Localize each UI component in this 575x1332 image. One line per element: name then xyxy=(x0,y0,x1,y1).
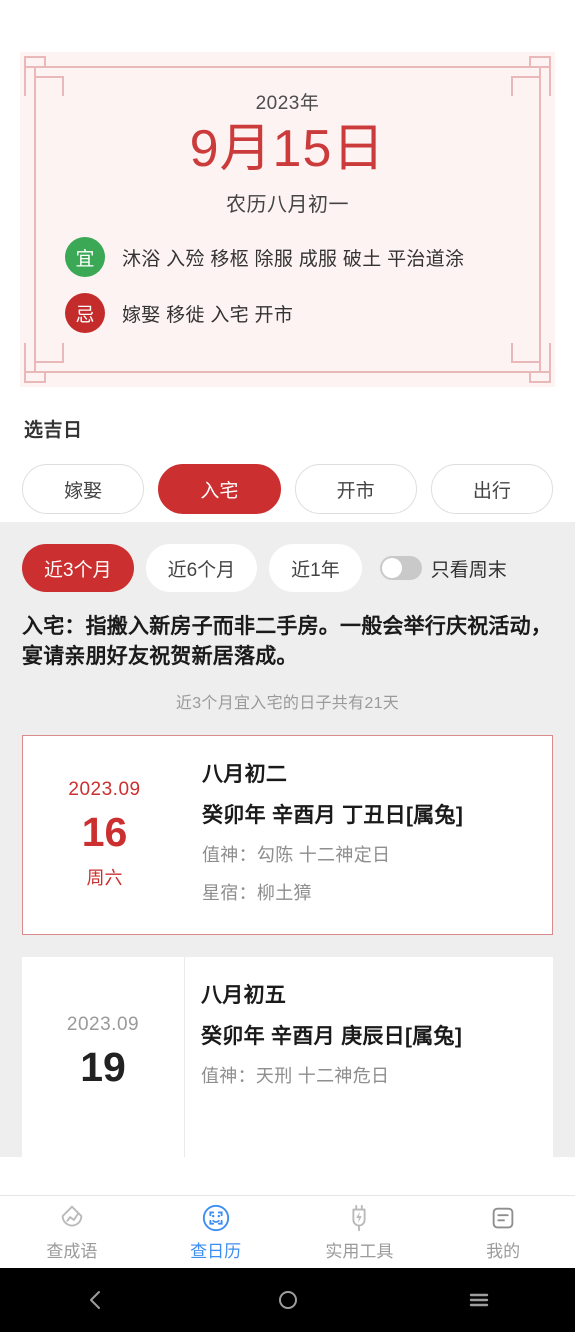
avoid-row: 忌 嫁娶 移徙 入宅 开市 xyxy=(65,293,555,334)
event-chip-marriage[interactable]: 嫁娶 xyxy=(22,464,145,514)
day-card[interactable]: 2023.09 16 周六 八月初二 癸卯年 辛酉月 丁丑日[属兔] 值神：勾陈… xyxy=(22,734,553,935)
ornament-corner-bottom-right-icon xyxy=(509,341,551,383)
almanac-year: 2023年 xyxy=(255,93,320,114)
event-chip-opening[interactable]: 开市 xyxy=(294,464,417,514)
suitable-row: 宜 沐浴 入殓 移柩 除服 成服 破土 平治道涂 xyxy=(65,237,555,278)
recents-button[interactable] xyxy=(383,1287,575,1313)
day-card-date-column: 2023.09 16 周六 xyxy=(23,736,186,934)
day-ganzhi: 癸卯年 辛酉月 丁丑日[属兔] xyxy=(202,803,464,827)
day-year-month: 2023.09 xyxy=(68,779,141,801)
range-chip-3-months[interactable]: 近3个月 xyxy=(22,544,134,592)
result-count-text: 近3个月宜入宅的日子共有21天 xyxy=(175,694,400,712)
day-zhishen: 值神：勾陈 十二神定日 xyxy=(202,844,391,865)
plug-tool-icon xyxy=(352,1204,366,1231)
day-zhishen: 值神：天刑 十二神危日 xyxy=(201,1065,390,1086)
range-chip-6-months[interactable]: 近6个月 xyxy=(145,544,258,592)
day-weekday: 周六 xyxy=(86,868,123,889)
tab-tools[interactable]: 实用工具 xyxy=(288,1203,432,1262)
system-navigation-bar xyxy=(0,1268,575,1332)
range-filter-row: 近3个月 近6个月 近1年 只看周末 xyxy=(0,544,575,592)
day-lunar-date: 八月初二 xyxy=(202,762,288,786)
results-section: 近3个月 近6个月 近1年 只看周末 入宅：指搬入新房子而非二手房。一般会举行庆… xyxy=(0,522,575,1157)
frame-border-top xyxy=(42,66,533,68)
frame-border-right xyxy=(539,74,541,365)
idiom-drop-icon xyxy=(61,1204,83,1226)
home-circle-icon xyxy=(278,1291,297,1309)
event-chip-moving[interactable]: 入宅 xyxy=(158,464,281,514)
calendar-scan-icon xyxy=(202,1204,229,1231)
weekend-only-toggle-wrap[interactable]: 只看周末 xyxy=(379,555,507,582)
ornament-corner-top-left-icon xyxy=(24,56,66,98)
recents-menu-icon xyxy=(469,1293,489,1307)
weekend-only-toggle[interactable] xyxy=(379,556,422,580)
event-chip-travel[interactable]: 出行 xyxy=(430,464,553,514)
tab-idiom[interactable]: 查成语 xyxy=(0,1203,144,1262)
bottom-tab-bar: 查成语 查日历 实用工具 我的 xyxy=(0,1195,575,1268)
day-card-detail-column: 八月初五 癸卯年 辛酉月 庚辰日[属兔] 值神：天刑 十二神危日 xyxy=(185,957,553,1157)
day-card[interactable]: 2023.09 19 八月初五 癸卯年 辛酉月 庚辰日[属兔] 值神：天刑 十二… xyxy=(22,956,553,1157)
avoid-items: 嫁娶 移徙 入宅 开市 xyxy=(122,304,294,326)
event-type-chip-row: 嫁娶 入宅 开市 出行 xyxy=(0,442,575,514)
suitable-items: 沐浴 入殓 移柩 除服 成服 破土 平治道涂 xyxy=(122,248,465,270)
tab-profile[interactable]: 我的 xyxy=(431,1203,575,1262)
back-button[interactable] xyxy=(0,1287,192,1313)
ornament-corner-top-right-icon xyxy=(509,56,551,98)
avoid-badge: 忌 xyxy=(65,293,105,334)
ornament-corner-bottom-left-icon xyxy=(24,341,66,383)
almanac-lunar-date: 农历八月初一 xyxy=(226,194,349,217)
day-card-date-column: 2023.09 19 xyxy=(22,956,185,1157)
profile-card-icon xyxy=(492,1207,514,1228)
range-chip-1-year[interactable]: 近1年 xyxy=(269,544,362,592)
tab-calendar-label: 查日历 xyxy=(190,1241,242,1261)
suitable-badge: 宜 xyxy=(65,237,105,278)
picker-title: 选吉日 xyxy=(24,420,83,441)
frame-border-left xyxy=(34,74,36,365)
day-number: 16 xyxy=(81,809,128,856)
tab-profile-label: 我的 xyxy=(486,1241,521,1261)
day-card-detail-column: 八月初二 癸卯年 辛酉月 丁丑日[属兔] 值神：勾陈 十二神定日 星宿：柳土獐 xyxy=(186,736,552,934)
day-number: 19 xyxy=(80,1044,126,1091)
back-chevron-icon xyxy=(89,1291,100,1309)
home-button[interactable] xyxy=(192,1287,384,1313)
day-year-month: 2023.09 xyxy=(66,1014,140,1036)
almanac-date: 9月15日 xyxy=(189,120,386,178)
tab-tools-label: 实用工具 xyxy=(325,1241,394,1261)
weekend-only-label: 只看周末 xyxy=(430,559,507,581)
day-ganzhi: 癸卯年 辛酉月 庚辰日[属兔] xyxy=(201,1024,463,1048)
almanac-section: 2023年 9月15日 农历八月初一 宜 沐浴 入殓 移柩 除服 成服 破土 平… xyxy=(0,52,575,522)
event-description: 入宅：指搬入新房子而非二手房。一般会举行庆祝活动，宴请亲朋好友祝贺新居落成。 xyxy=(22,615,552,669)
toggle-knob xyxy=(381,558,402,578)
tab-calendar[interactable]: 查日历 xyxy=(144,1203,288,1262)
day-lunar-date: 八月初五 xyxy=(201,983,287,1007)
almanac-card: 2023年 9月15日 农历八月初一 宜 沐浴 入殓 移柩 除服 成服 破土 平… xyxy=(20,52,555,387)
tab-idiom-label: 查成语 xyxy=(46,1241,98,1261)
frame-border-bottom xyxy=(42,371,533,373)
day-xingxiu: 星宿：柳土獐 xyxy=(202,882,312,903)
